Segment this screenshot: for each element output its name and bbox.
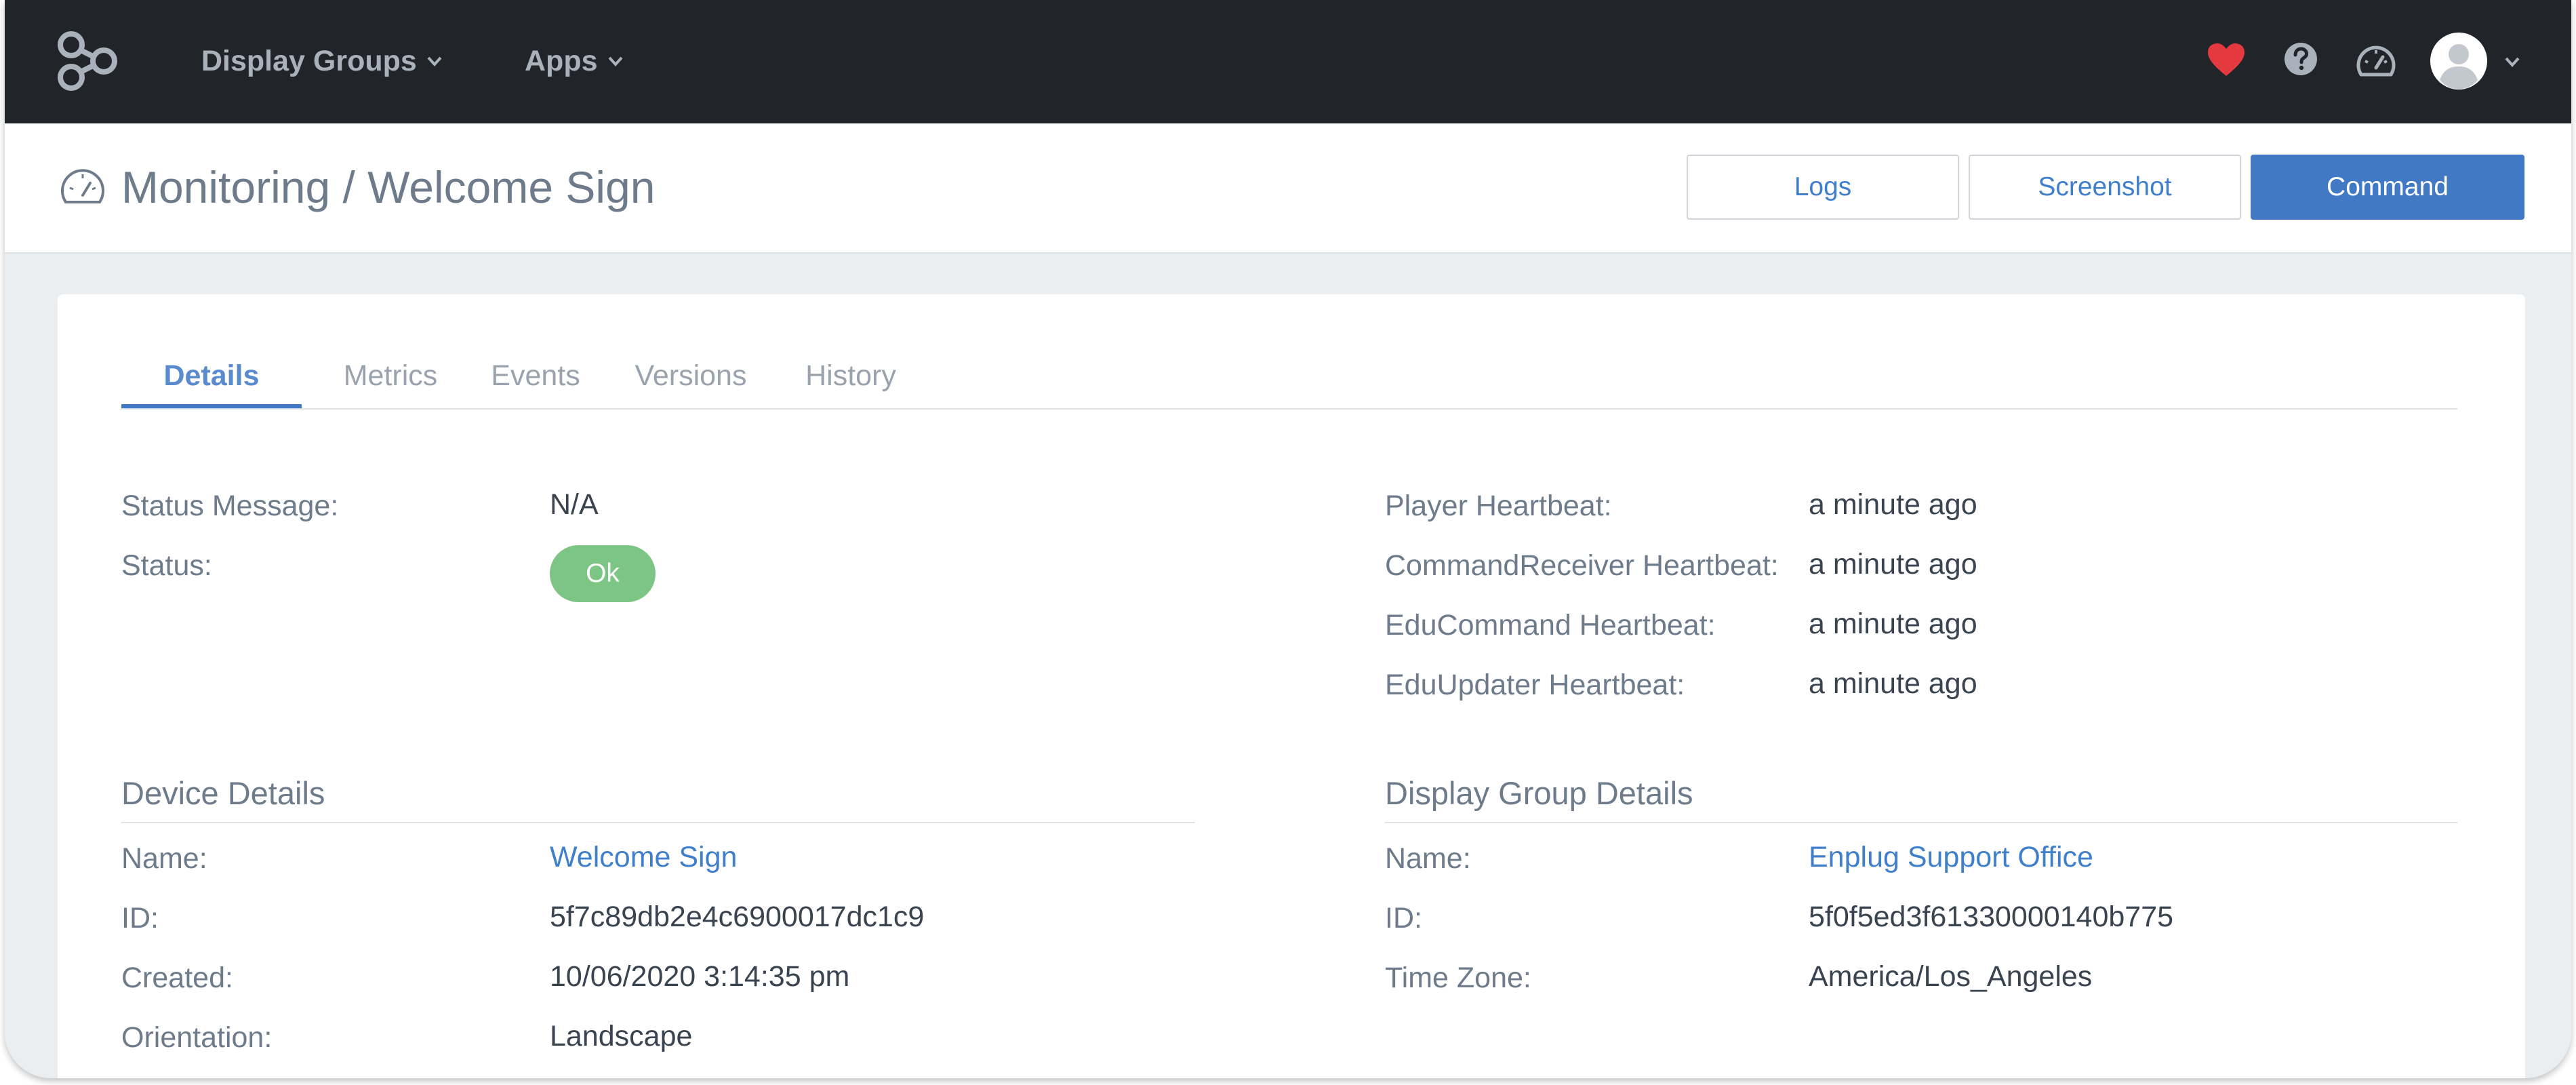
tab-versions[interactable]: Versions [623,350,759,408]
section-divider [1385,822,2457,823]
nav-apps[interactable]: Apps [525,41,625,81]
device-details-title: Device Details [121,775,325,811]
screenshot-button[interactable]: Screenshot [1969,155,2241,220]
monitoring-icon[interactable] [2356,42,2396,79]
help-icon[interactable] [2284,42,2318,76]
display-group-details-title: Display Group Details [1385,775,1693,811]
device-name-label: Name: [121,842,207,875]
group-name-link[interactable]: Enplug Support Office [1809,841,2093,874]
device-orientation-value: Landscape [550,1020,693,1052]
heartbeat-label: EduUpdater Heartbeat: [1385,669,1685,701]
chevron-down-icon [608,56,622,66]
nav-apps-label: Apps [525,44,598,77]
details-card: Details Metrics Events Versions History … [58,294,2525,1078]
device-created-value: 10/06/2020 3:14:35 pm [550,960,850,993]
device-id-value: 5f7c89db2e4c6900017dc1c9 [550,901,925,933]
heartbeat-value: a minute ago [1809,667,1977,700]
chevron-down-icon [427,56,442,66]
group-id-value: 5f0f5ed3f61330000140b775 [1809,901,2174,933]
group-name-label: Name: [1385,842,1471,875]
chevron-down-icon[interactable] [2503,53,2521,71]
app-window: Display Groups Apps Monitoring / Welcome… [5,0,2571,1078]
heartbeat-label: Player Heartbeat: [1385,490,1612,522]
command-button[interactable]: Command [2251,155,2524,220]
section-divider [121,822,1195,823]
heartbeat-label: CommandReceiver Heartbeat: [1385,549,1779,582]
top-navbar: Display Groups Apps [5,0,2571,123]
logs-button[interactable]: Logs [1687,155,1959,220]
heartbeat-value: a minute ago [1809,608,1977,640]
page-header: Monitoring / Welcome Sign Logs Screensho… [5,123,2571,254]
group-timezone-label: Time Zone: [1385,962,1531,994]
heartbeat-label: EduCommand Heartbeat: [1385,609,1716,642]
logo-icon[interactable] [54,30,121,92]
page-title: Monitoring / Welcome Sign [121,162,656,212]
device-id-label: ID: [121,902,159,934]
tab-history[interactable]: History [790,350,912,408]
status-badge: Ok [550,545,656,602]
device-name-link[interactable]: Welcome Sign [550,841,737,874]
status-message-value: N/A [550,488,599,521]
tab-bar: Details Metrics Events Versions History [121,350,2457,410]
heartbeat-value: a minute ago [1809,488,1977,521]
device-orientation-label: Orientation: [121,1021,273,1054]
nav-display-groups-label: Display Groups [201,44,417,77]
device-created-label: Created: [121,962,233,994]
tab-events[interactable]: Events [479,350,592,408]
tab-metrics[interactable]: Metrics [333,350,448,408]
status-message-label: Status Message: [121,490,339,522]
tab-details[interactable]: Details [121,350,302,408]
heartbeat-value: a minute ago [1809,548,1977,580]
group-timezone-value: America/Los_Angeles [1809,960,2093,993]
group-id-label: ID: [1385,902,1422,934]
status-label: Status: [121,549,212,582]
avatar[interactable] [2430,33,2487,90]
nav-display-groups[interactable]: Display Groups [201,41,444,81]
heart-icon[interactable] [2208,43,2245,77]
monitoring-icon [61,169,104,203]
